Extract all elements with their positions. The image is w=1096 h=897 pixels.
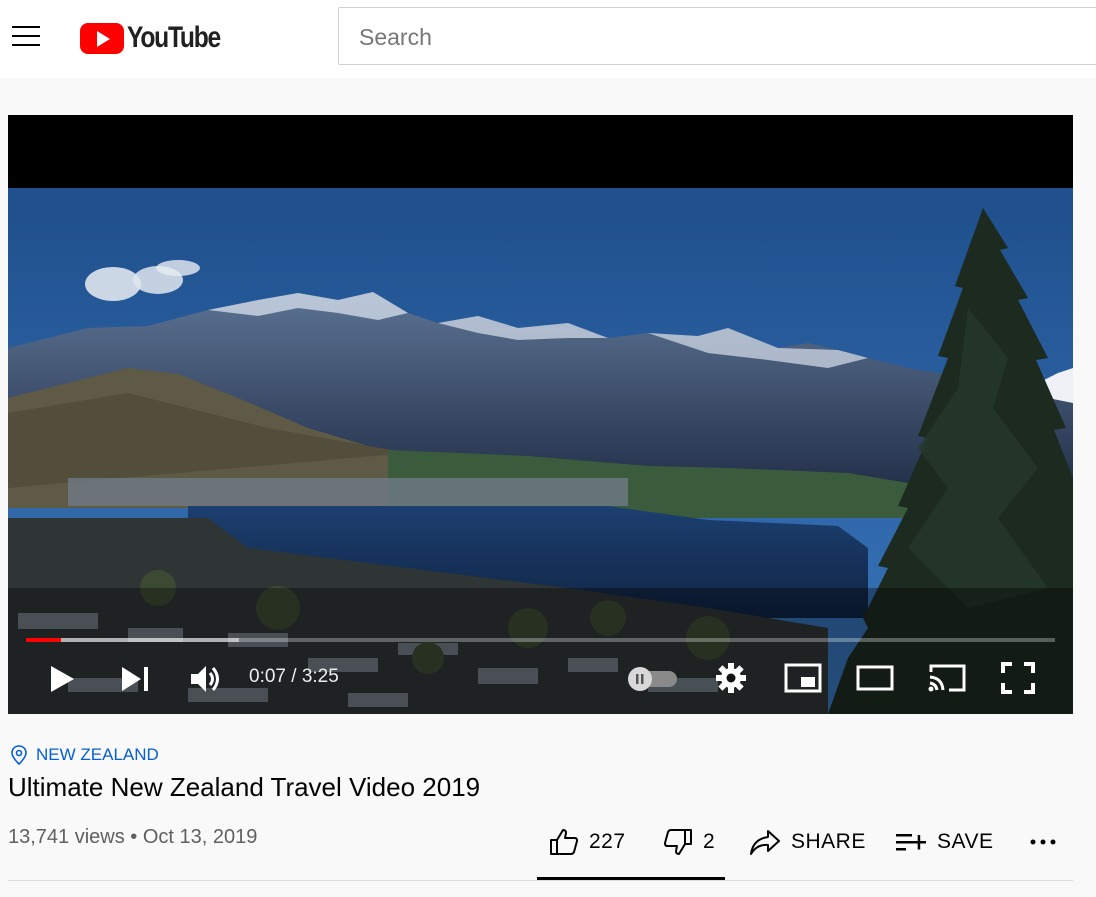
autoplay-toggle-icon [628,667,677,691]
progress-played [26,638,61,642]
add-to-playlist-icon [896,834,926,851]
theater-mode-button[interactable] [856,665,894,696]
video-frame[interactable] [8,188,1073,714]
meta-separator: • [124,826,143,848]
play-button[interactable] [48,665,76,698]
logo-text: YouTube [127,21,221,54]
share-icon [750,830,780,855]
autoplay-toggle[interactable] [627,666,679,697]
save-label: SAVE [937,830,994,853]
time-total: 3:25 [301,666,339,687]
more-actions-button[interactable] [1029,822,1057,862]
youtube-logo[interactable]: YouTube [80,21,240,55]
masthead: YouTube [0,0,1096,78]
search-box[interactable] [338,7,1096,66]
next-button[interactable] [121,666,149,697]
upload-date: Oct 13, 2019 [142,826,258,848]
like-button[interactable]: 227 [549,822,626,862]
share-label: SHARE [791,830,866,853]
fullscreen-button[interactable] [1001,662,1035,699]
miniplayer-button[interactable] [784,663,822,698]
miniplayer-icon [784,663,822,693]
volume-button[interactable] [190,664,222,699]
theater-mode-icon [856,665,894,691]
menu-icon[interactable] [12,24,40,48]
play-icon [51,666,74,692]
location-pin-icon [11,745,27,765]
dislike-button[interactable]: 2 [663,822,715,862]
volume-icon [191,666,219,692]
cast-button[interactable] [927,663,967,698]
location-link[interactable]: NEW ZEALAND [10,745,159,765]
progress-bar[interactable] [26,638,1055,642]
thumbs-up-icon [550,829,578,855]
cast-icon [928,664,966,692]
time-current: 0:07 [249,666,286,687]
video-title: Ultimate New Zealand Travel Video 2019 [8,772,481,802]
share-button[interactable]: SHARE [749,822,866,862]
save-button[interactable]: SAVE [895,822,993,862]
fullscreen-icon [1001,662,1035,694]
dislike-count: 2 [703,830,716,853]
video-meta: 13,741 views • Oct 13, 2019 [8,826,257,849]
skip-next-icon [122,667,148,691]
like-count: 227 [589,830,626,853]
more-horizontal-icon [1030,839,1056,845]
video-player[interactable]: 0:07 / 3:25 [8,115,1073,714]
time-separator: / [285,666,302,687]
gear-icon [716,663,746,693]
location-label: NEW ZEALAND [36,745,159,764]
settings-button[interactable] [715,662,747,699]
thumbs-down-icon [664,829,692,855]
divider [8,880,1073,881]
time-display: 0:07 / 3:25 [249,666,339,688]
search-input[interactable] [357,8,1061,66]
youtube-play-logo-icon [80,22,124,54]
view-count: 13,741 views [8,826,125,848]
